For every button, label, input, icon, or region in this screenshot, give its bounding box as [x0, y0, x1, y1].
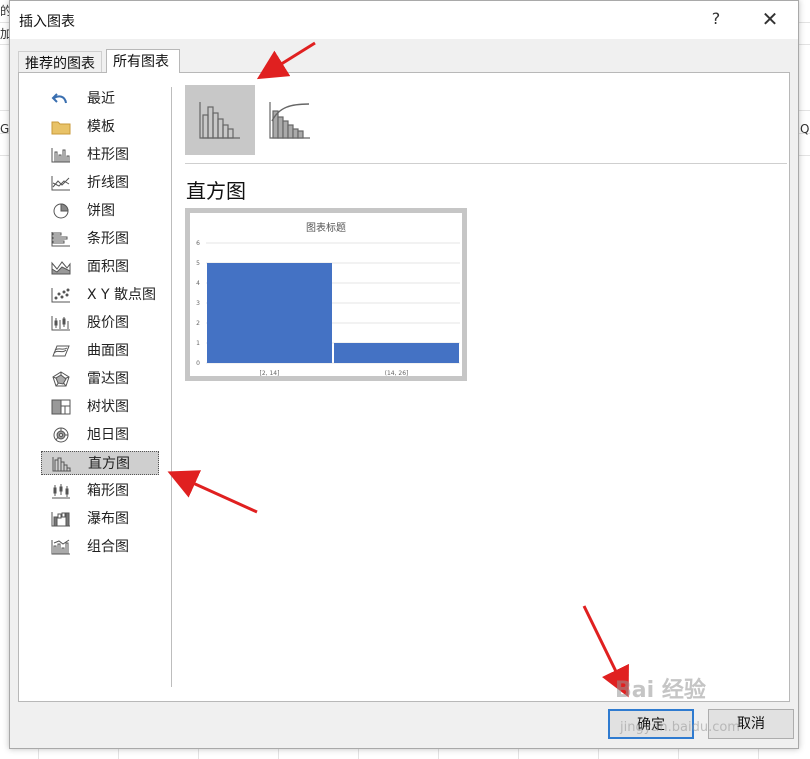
subtype-divider	[185, 163, 787, 164]
sunburst-chart-icon	[51, 427, 71, 443]
sidebar-item-label: 箱形图	[87, 483, 129, 499]
tab-recommended-charts[interactable]: 推荐的图表	[18, 51, 102, 73]
sidebar-item-sunburst[interactable]: 旭日图	[41, 423, 159, 447]
stock-chart-icon	[51, 315, 71, 331]
subtype-histogram[interactable]	[185, 85, 255, 155]
y-tick-label: 6	[196, 240, 200, 247]
sidebar-item-label: 模板	[87, 119, 115, 135]
column-chart-icon	[51, 147, 71, 163]
undo-icon	[51, 91, 71, 107]
sidebar-item-combo[interactable]: 组合图	[41, 535, 159, 559]
sidebar-item-treemap[interactable]: 树状图	[41, 395, 159, 419]
waterfall-chart-icon	[51, 511, 71, 527]
subtype-pareto[interactable]	[255, 85, 325, 155]
tab-all-charts[interactable]: 所有图表	[106, 49, 180, 73]
sidebar-item-stock[interactable]: 股价图	[41, 311, 159, 335]
y-tick-label: 5	[196, 260, 200, 267]
sidebar-item-label: 瀑布图	[87, 511, 129, 527]
sidebar-item-pie[interactable]: 饼图	[41, 199, 159, 223]
combo-chart-icon	[51, 539, 71, 555]
y-tick-label: 3	[196, 300, 200, 307]
y-tick-label: 0	[196, 360, 200, 367]
sidebar-item-histogram[interactable]: 直方图	[41, 451, 159, 475]
chart-type-title: 直方图	[186, 179, 246, 203]
sidebar-item-label: 条形图	[87, 231, 129, 247]
sidebar-item-templates[interactable]: 模板	[41, 115, 159, 139]
histogram-bar	[334, 343, 459, 363]
sidebar-item-label: 组合图	[87, 539, 129, 555]
folder-icon	[51, 119, 71, 135]
insert-chart-dialog: 插入图表 ? ✕ 推荐的图表 所有图表 最近 模板 柱形图 折线图 饼图 条形图…	[9, 0, 799, 749]
dialog-titlebar: 插入图表 ? ✕	[10, 1, 798, 39]
radar-chart-icon	[51, 371, 71, 387]
sidebar-item-label: 树状图	[87, 399, 129, 415]
sidebar-item-recent[interactable]: 最近	[41, 87, 159, 111]
sidebar-divider	[171, 87, 172, 687]
dialog-title: 插入图表	[19, 14, 75, 30]
sidebar-item-surface[interactable]: 曲面图	[41, 339, 159, 363]
sidebar-item-scatter[interactable]: X Y 散点图	[41, 283, 159, 307]
x-tick-label: (14, 26]	[385, 370, 409, 376]
sidebar-item-label: 折线图	[87, 175, 129, 191]
y-tick-label: 4	[196, 280, 200, 287]
sidebar-item-waterfall[interactable]: 瀑布图	[41, 507, 159, 531]
sidebar-item-line[interactable]: 折线图	[41, 171, 159, 195]
sidebar-item-label: 曲面图	[87, 343, 129, 359]
histogram-preview-chart: 0 1 2 3 4 5 6 [2, 14] (14, 26]	[196, 240, 460, 376]
sidebar-item-label: 旭日图	[87, 427, 129, 443]
area-chart-icon	[51, 259, 71, 275]
histogram-bar	[207, 263, 332, 363]
close-button[interactable]: ✕	[758, 7, 782, 31]
sidebar-item-label: 雷达图	[87, 371, 129, 387]
sidebar-item-label: 最近	[87, 91, 115, 107]
sidebar-item-label: 面积图	[87, 259, 129, 275]
pie-chart-icon	[51, 203, 71, 219]
sidebar-item-radar[interactable]: 雷达图	[41, 367, 159, 391]
watermark: Bai 经验	[615, 678, 706, 703]
sidebar-item-label: 直方图	[88, 456, 130, 472]
sidebar-item-column[interactable]: 柱形图	[41, 143, 159, 167]
x-tick-label: [2, 14]	[260, 370, 280, 376]
y-tick-label: 2	[196, 320, 200, 327]
sidebar-item-label: 饼图	[87, 203, 115, 219]
sidebar-item-label: X Y 散点图	[87, 287, 157, 303]
chart-preview[interactable]: 图表标题 0 1 2 3 4 5 6 [2, 14] (14, 26]	[185, 208, 467, 381]
y-tick-label: 1	[196, 340, 200, 347]
line-chart-icon	[51, 175, 71, 191]
all-charts-panel: 最近 模板 柱形图 折线图 饼图 条形图 面积图 X Y 散点图 股价图 曲面图…	[18, 72, 790, 702]
bar-chart-icon	[51, 231, 71, 247]
cell-fragment: G	[0, 122, 10, 136]
help-button[interactable]: ?	[704, 7, 728, 31]
histogram-subtype-icon	[199, 102, 240, 139]
watermark-url: jingyan.baidu.com	[620, 720, 740, 735]
scatter-chart-icon	[51, 287, 71, 303]
cell-fragment: Q	[800, 122, 810, 136]
chart-preview-canvas: 图表标题 0 1 2 3 4 5 6 [2, 14] (14, 26]	[190, 213, 462, 376]
sidebar-item-label: 柱形图	[87, 147, 129, 163]
histogram-chart-icon	[52, 456, 72, 472]
sidebar-item-box-whisker[interactable]: 箱形图	[41, 479, 159, 503]
sidebar-item-label: 股价图	[87, 315, 129, 331]
treemap-chart-icon	[51, 399, 71, 415]
surface-chart-icon	[51, 343, 71, 359]
pareto-subtype-icon	[269, 102, 310, 139]
sidebar-item-area[interactable]: 面积图	[41, 255, 159, 279]
sidebar-item-bar[interactable]: 条形图	[41, 227, 159, 251]
box-whisker-chart-icon	[51, 483, 71, 499]
